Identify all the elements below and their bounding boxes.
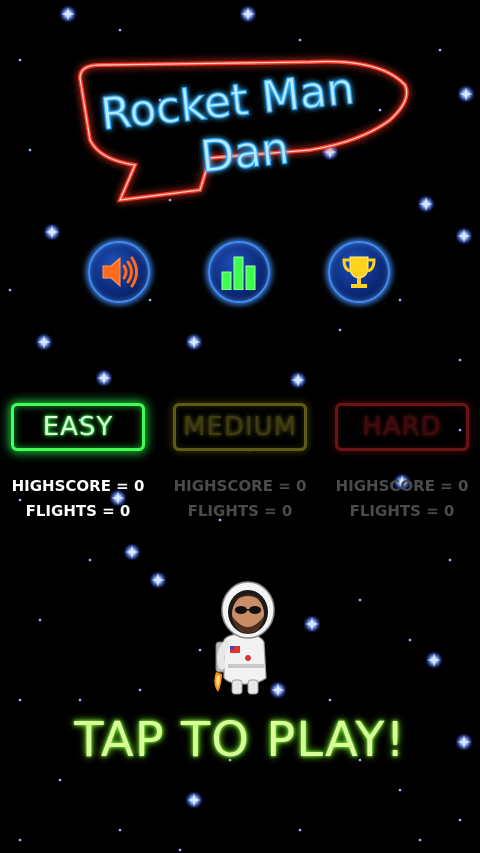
difficulty-hard-label: HARD: [362, 412, 442, 442]
hard-stats: HIGHSCORE = 0 FLIGHTS = 0: [322, 474, 480, 524]
difficulty-hard-button[interactable]: HARD: [335, 403, 469, 451]
star-small: [298, 828, 302, 832]
speaker-icon: [102, 256, 138, 288]
medium-highscore: HIGHSCORE = 0: [173, 477, 307, 495]
logo-title-line2: Dan: [198, 123, 292, 183]
star-small: [198, 648, 202, 652]
star-small: [358, 598, 362, 602]
astronaut-character: [214, 581, 275, 695]
star-small: [18, 58, 22, 62]
hard-flights: FLIGHTS = 0: [349, 502, 455, 520]
difficulty-medium-button[interactable]: MEDIUM: [173, 403, 307, 451]
star-small: [458, 818, 462, 822]
medium-flights: FLIGHTS = 0: [187, 502, 293, 520]
star-small: [138, 688, 142, 692]
star-small: [448, 558, 452, 562]
easy-flights: FLIGHTS = 0: [25, 502, 131, 520]
star-small: [398, 298, 402, 302]
star-small: [438, 48, 442, 52]
star-small: [418, 838, 422, 842]
medium-stats: HIGHSCORE = 0 FLIGHTS = 0: [160, 474, 320, 524]
tap-to-play-prompt[interactable]: TAP TO PLAY!: [0, 712, 480, 768]
star-small: [398, 788, 402, 792]
easy-highscore: HIGHSCORE = 0: [11, 477, 145, 495]
difficulty-easy-label: EASY: [42, 412, 114, 442]
hard-highscore: HIGHSCORE = 0: [335, 477, 469, 495]
star-small: [408, 638, 412, 642]
easy-stats: HIGHSCORE = 0 FLIGHTS = 0: [0, 474, 158, 524]
star-small: [38, 618, 42, 622]
star-small: [338, 328, 342, 332]
star-small: [78, 698, 82, 702]
sound-button[interactable]: [88, 241, 150, 303]
star-small: [8, 288, 12, 292]
star-small: [18, 838, 22, 842]
star-small: [458, 358, 462, 362]
difficulty-easy-button[interactable]: EASY: [11, 403, 145, 451]
star-small: [328, 698, 332, 702]
star-small: [178, 848, 182, 852]
star-small: [18, 698, 22, 702]
star-small: [118, 28, 122, 32]
leaderboard-button[interactable]: [208, 241, 270, 303]
star-small: [118, 828, 122, 832]
bar-chart-icon: [221, 256, 256, 290]
star-small: [148, 298, 152, 302]
star-small: [28, 148, 32, 152]
star-small: [88, 558, 92, 562]
difficulty-medium-label: MEDIUM: [182, 412, 297, 442]
trophy-icon: [342, 256, 376, 288]
achievements-button[interactable]: [328, 241, 390, 303]
star-small: [58, 778, 62, 782]
game-logo: Rocket Man Dan: [77, 59, 409, 203]
